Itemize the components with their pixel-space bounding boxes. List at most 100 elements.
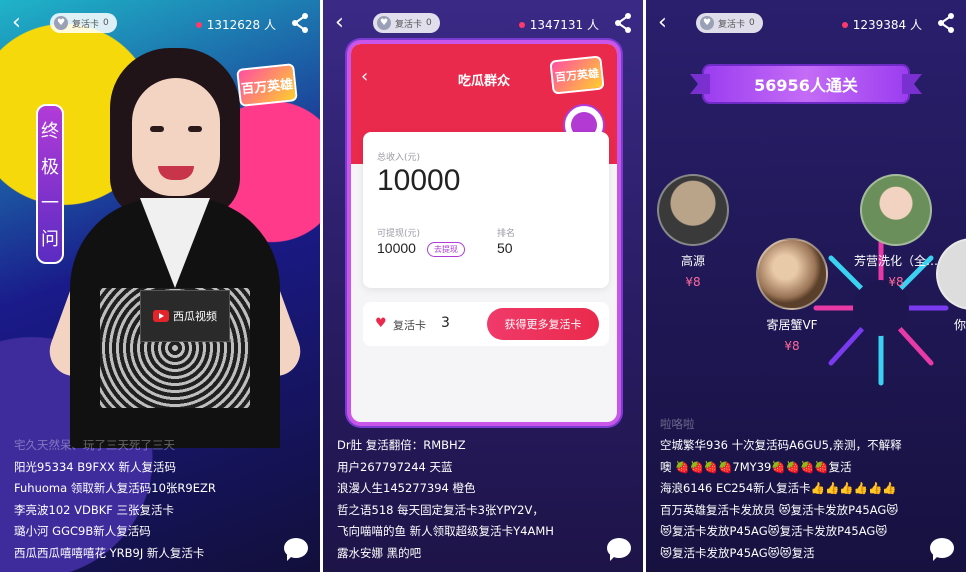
chat-text: 复活翻倍：RMBHZ [365,438,466,452]
back-icon[interactable]: ‹ [12,12,21,34]
revive-card-label: 复活卡 [718,19,746,30]
final-question-char: 终 [41,121,59,142]
revive-card-count: 0 [749,18,755,28]
viewer-count: 1312628 人 [195,16,276,33]
chat-bubble-icon[interactable] [607,538,631,561]
chat-text: 领取新人复活码10张R9EZR [70,481,216,495]
chat-text: 新人领取超级复活卡Y4AMH [409,524,554,538]
chat-user: 西瓜西瓜嘻嘻嘻花 [14,545,106,560]
chat-text: B9FXX 新人复活码 [77,459,176,474]
revive-card-label: 复活卡 [395,19,423,30]
get-more-revive-cards-button[interactable]: 获得更多复活卡 [487,308,599,340]
chat-user: Dr肚 [337,438,363,452]
withdraw-button[interactable]: 去提现 [427,242,465,257]
avatar [657,174,729,246]
winner-prize: ¥8 [685,275,701,289]
chat-list: Dr肚 复活翻倍：RMBHZ 用户267797244 天蓝 浪漫人生145277… [337,435,593,564]
chat-message: 李亮波102 VDBKF 三张复活卡 [14,500,270,522]
chat-message: 阳光95334 B9FXX 新人复活码 [14,457,270,479]
chat-message: 😻复活卡发放P45AG😻😻复活 [660,543,916,565]
revive-card-pill[interactable]: ♥ 复活卡 0 [696,13,763,33]
top-bar: ‹ ♥ 复活卡 0 1239384 人 [646,10,966,38]
winner-item[interactable]: 芳营洗化（全… ¥8 [846,174,946,289]
chat-user: 啦咯啦 [660,416,695,431]
chat-message: 露水安娜 黑的吧 [337,543,593,565]
heart-icon: ♥ [377,16,391,30]
chat-message: 用户267797244 天蓝 [337,457,593,479]
final-question-char: 问 [41,229,59,250]
revive-card-pill[interactable]: ♥ 复活卡 0 [50,13,117,33]
chat-user: 😻复活卡发放P45AG😻 [660,545,780,560]
winners-banner: 56956人通关 [704,66,908,102]
revive-card-count: 0 [103,18,109,28]
chat-bubble-icon[interactable] [930,538,954,561]
live-dot-icon [841,21,848,28]
viewer-count-text: 1312628 人 [206,18,276,32]
chat-user: 空城繁华936 [660,438,728,452]
total-income-value: 10000 [377,164,461,197]
chat-user: Fuhuoma [14,481,68,495]
chat-user: 璐小河 [14,524,49,538]
chat-text: 十次复活码A6GU5,亲测，不解释 [731,438,902,452]
chat-message: 西瓜西瓜嘻嘻嘻花 YRB9J 新人复活卡 [14,543,270,565]
chat-user: 飞向喵喵的鱼 [337,524,406,538]
viewer-count-text: 1239384 人 [852,18,922,32]
top-bar: ‹ ♥ 复活卡 0 1347131 人 [323,10,643,38]
winner-name: 芳营洗化（全… [853,254,938,268]
chat-list: 啦咯啦 空城繁华936 十次复活码A6GU5,亲测，不解释 噢 🍓🍓🍓🍓7MY3… [660,414,916,565]
chat-list: 宅久天然呆、玩了三天死了三天 阳光95334 B9FXX 新人复活码 Fuhuo… [14,435,270,564]
chat-message: 璐小河 GGC9B新人复活码 [14,521,270,543]
chat-message: 空城繁华936 十次复活码A6GU5,亲测，不解释 [660,435,916,457]
total-income-label: 总收入(元) [377,153,421,163]
heart-icon: ♥ [54,16,68,30]
final-question-char: 极 [41,157,59,178]
chat-text: 😻复活 [779,545,815,560]
chat-text: 每天固定复活卡3张YPY2V， [397,502,544,517]
final-question-char: 一 [41,193,59,214]
chat-user: 噢 [660,459,672,474]
chat-text: 黑的吧 [386,545,422,560]
rank-label: 排名 [497,229,516,239]
heart-icon: ♥ [375,316,387,331]
revive-card-row: ♥ 复活卡 3 获得更多复活卡 [363,302,609,346]
winner-name: 寄居蟹VF [766,318,818,332]
live-dot-icon [195,21,202,28]
host-card: 西瓜视频 [140,290,230,342]
chat-message: 噢 🍓🍓🍓🍓7MY39🍓🍓🍓🍓复活 [660,457,916,479]
back-icon[interactable]: ‹ [335,12,344,34]
back-icon[interactable]: ‹ [658,12,667,34]
winner-item[interactable]: 你晓 [936,238,966,333]
withdrawable-label: 可提现(元) [377,229,421,239]
chat-user: 宅久天然呆、玩了三天死了三天 [14,438,175,452]
final-question-banner: 终 极 一 问 [36,104,64,264]
viewer-count: 1347131 人 [518,16,599,33]
winner-item[interactable]: 高源 ¥8 [656,174,730,289]
income-box: 总收入(元) 10000 可提现(元) 10000 去提现 排名 50 [363,132,609,288]
show-logo: 百万英雄 [549,55,605,95]
live-panel-winners: ‹ ♥ 复活卡 0 1239384 人 56956人通关 高源 ¥8 芳营洗化（… [646,0,966,572]
chat-text: VDBKF 三张复活卡 [74,502,175,517]
revive-card-label: 复活卡 [393,319,426,332]
chat-text: YRB9J 新人复活卡 [109,545,205,560]
viewer-count-text: 1347131 人 [529,18,599,32]
winner-item[interactable]: 寄居蟹VF ¥8 [752,238,832,353]
chat-message: 飞向喵喵的鱼 新人领取超级复活卡Y4AMH [337,521,593,543]
chat-message: 哲之语518 每天固定复活卡3张YPY2V， [337,500,593,522]
chat-user: 海浪6146 [660,481,713,495]
chat-message: 百万英雄复活卡发放员 😻复活卡发放P45AG😻 [660,500,916,522]
share-icon[interactable] [290,12,310,34]
host-card-text: 西瓜视频 [173,310,217,323]
chat-user: 😻复活卡发放P45AG😻 [660,524,780,538]
revive-card-pill[interactable]: ♥ 复活卡 0 [373,13,440,33]
chat-user: 李亮波102 [14,502,71,517]
avatar [936,238,966,310]
share-icon[interactable] [613,12,633,34]
share-icon[interactable] [936,12,956,34]
chat-user: 浪漫人生145277394 [337,481,449,495]
earnings-card: ‹ 吃瓜群众 百万英雄 总收入(元) 10000 可提现(元) 10000 去提… [347,40,621,426]
winner-name: 高源 [680,254,705,268]
chat-user: 百万英雄复活卡发放员 [660,502,775,517]
chat-text: 天蓝 [429,459,453,474]
chat-bubble-icon[interactable] [284,538,308,561]
chat-message: 啦咯啦 [660,414,916,436]
